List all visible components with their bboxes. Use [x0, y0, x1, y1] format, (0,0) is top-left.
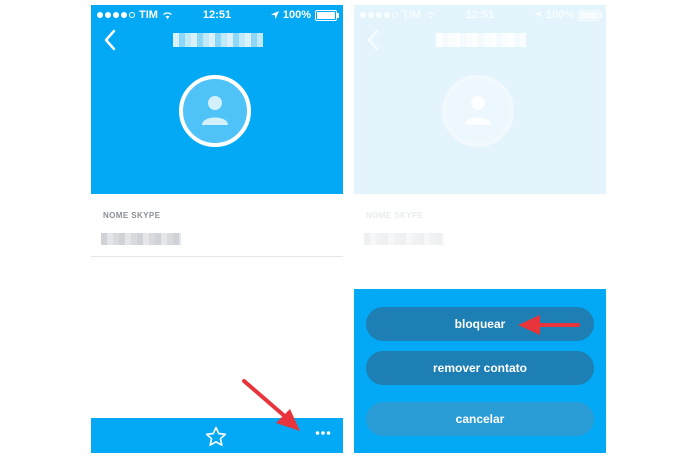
status-right: 100% [533, 9, 602, 21]
skype-name-value-blurred [101, 233, 181, 245]
location-icon [270, 11, 279, 19]
avatar-person-icon [465, 96, 491, 125]
annotation-arrow-icon [518, 315, 580, 335]
remove-contact-button[interactable]: remover contato [366, 351, 594, 385]
block-menu-screen: TIM 12:51 100% NOME SKYPE bloquear remov… [354, 5, 606, 453]
divider [91, 256, 343, 257]
avatar [179, 75, 251, 147]
contact-name-blurred [436, 33, 526, 47]
battery-percent: 100% [282, 9, 311, 21]
status-right: 100% [270, 9, 339, 21]
skype-name-value-blurred [364, 233, 444, 245]
annotation-arrow-icon [242, 379, 300, 431]
cancel-button[interactable]: cancelar [366, 402, 594, 436]
battery-percent: 100% [545, 9, 574, 21]
battery-icon [315, 9, 339, 21]
status-bar: TIM 12:51 100% [91, 5, 343, 23]
skype-name-label: NOME SKYPE [103, 211, 161, 220]
star-icon[interactable] [205, 426, 227, 447]
back-chevron-icon [367, 29, 379, 51]
profile-header: TIM 12:51 100% [91, 5, 343, 194]
contact-name-blurred [173, 33, 263, 47]
more-dots-icon[interactable] [315, 430, 331, 436]
battery-icon [578, 9, 602, 21]
back-chevron-icon[interactable] [101, 28, 121, 52]
skype-name-label: NOME SKYPE [366, 211, 424, 220]
profile-header-dimmed: TIM 12:51 100% [354, 5, 606, 194]
status-bar: TIM 12:51 100% [354, 5, 606, 23]
avatar-person-icon [202, 96, 228, 125]
location-icon [533, 11, 542, 19]
avatar [442, 75, 514, 147]
